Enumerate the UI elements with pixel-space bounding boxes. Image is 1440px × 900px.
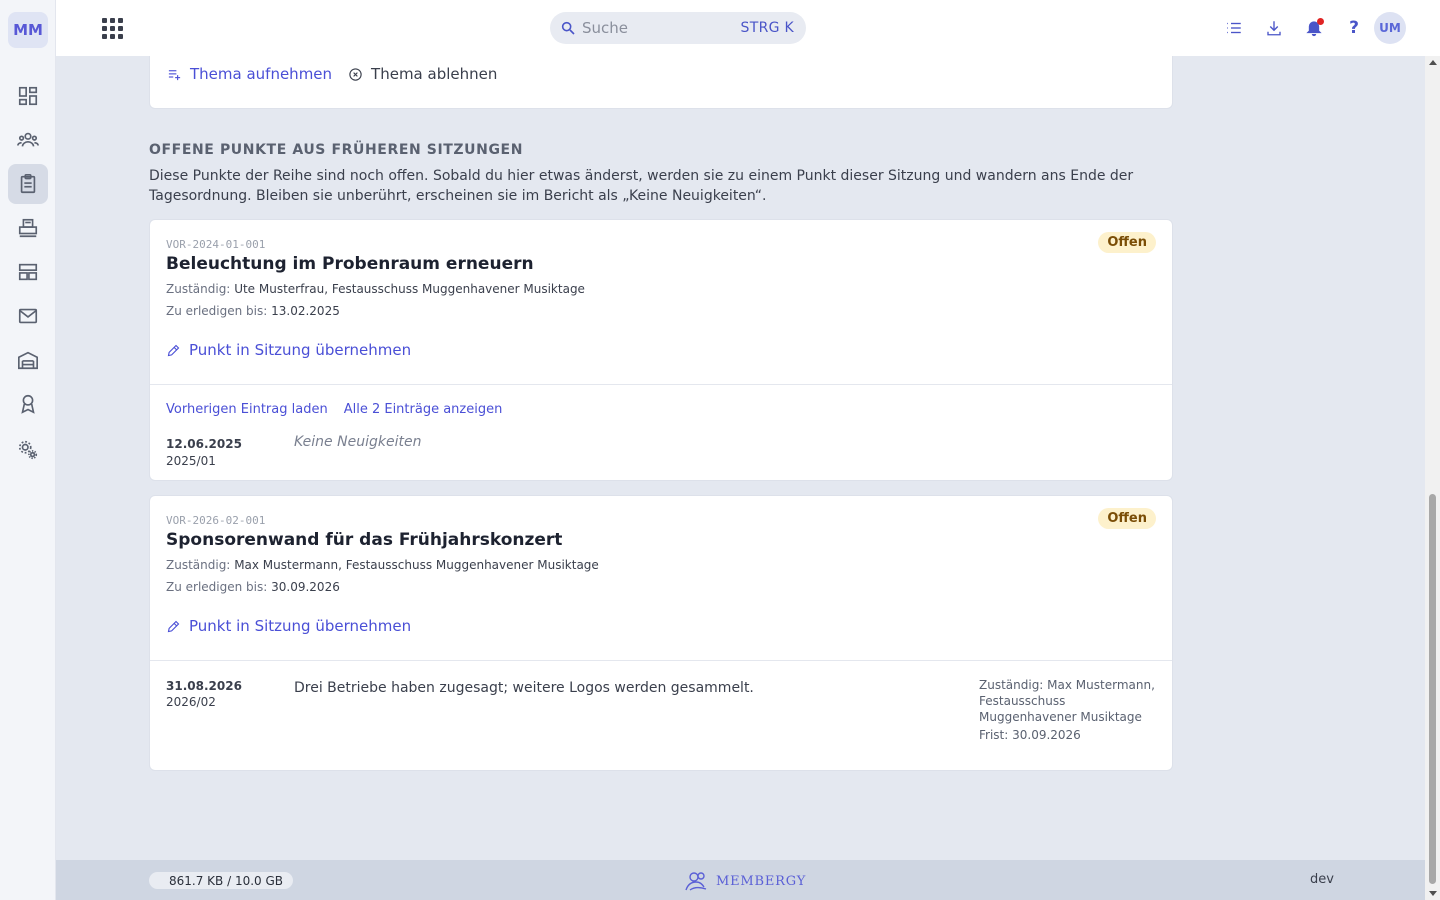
search-box[interactable]: STRG K — [550, 12, 806, 44]
history-responsible: Zuständig: Max Mustermann, Festausschuss… — [979, 678, 1155, 724]
brand-logo: MEMBERGY — [684, 870, 806, 892]
load-previous-entry-link[interactable]: Vorherigen Eintrag laden — [166, 402, 328, 417]
section-description: Diese Punkte der Reihe sind noch offen. … — [149, 168, 1134, 204]
item-due: Zu erledigen bis: 30.09.2026 — [166, 580, 340, 594]
pencil-icon — [167, 344, 180, 356]
environment-label: dev — [1310, 872, 1334, 887]
playlist-add-icon — [168, 69, 181, 80]
adopt-item-button[interactable]: Punkt in Sitzung übernehmen — [166, 341, 411, 359]
show-all-entries-link[interactable]: Alle 2 Einträge anzeigen — [344, 402, 503, 417]
scroll-up-arrow[interactable] — [1429, 60, 1437, 65]
layout-icon[interactable] — [8, 252, 48, 292]
status-badge: Offen — [1098, 232, 1156, 253]
warehouse-icon[interactable] — [8, 340, 48, 380]
item-reference: VOR-2026-02-001 — [166, 514, 266, 527]
search-shortcut: STRG K — [740, 20, 794, 36]
add-topic-label: Thema aufnehmen — [190, 65, 333, 83]
close-circle-icon — [349, 67, 362, 81]
scroll-down-arrow[interactable] — [1429, 891, 1437, 896]
topbar: STRG K ? UM — [56, 0, 1440, 56]
open-item-card: VOR-2026-02-001 Offen Sponsorenwand für … — [149, 495, 1173, 771]
history-session: 2026/02 — [166, 695, 216, 709]
history-session: 2025/01 — [166, 454, 216, 468]
topic-card: Thema aufnehmen Thema ablehnen — [149, 56, 1173, 109]
open-item-card: VOR-2024-01-001 Offen Beleuchtung im Pro… — [149, 219, 1173, 481]
add-topic-button[interactable]: Thema aufnehmen — [167, 65, 332, 83]
card-divider — [150, 384, 1172, 385]
printer-icon[interactable] — [8, 208, 48, 248]
history-deadline: Frist: 30.09.2026 — [979, 728, 1081, 742]
apps-grid-icon[interactable] — [100, 16, 124, 40]
card-divider — [150, 660, 1172, 661]
history-text: Drei Betriebe haben zugesagt; weitere Lo… — [294, 680, 754, 696]
item-responsible: Zuständig: Ute Musterfrau, Festausschuss… — [166, 282, 585, 296]
history-meta: Zuständig: Max Mustermann, Festausschuss… — [979, 677, 1159, 743]
list-icon[interactable] — [1222, 16, 1246, 40]
item-reference: VOR-2024-01-001 — [166, 238, 266, 251]
main-content: Thema aufnehmen Thema ablehnen OFFENE PU… — [56, 56, 1425, 860]
reject-topic-button[interactable]: Thema ablehnen — [348, 65, 497, 83]
history-date: 12.06.2025 — [166, 437, 242, 451]
sidebar: MM — [0, 0, 56, 900]
status-badge: Offen — [1098, 508, 1156, 529]
user-avatar[interactable]: UM — [1374, 12, 1406, 44]
pencil-icon — [167, 620, 180, 632]
membergy-logo-icon — [685, 872, 707, 891]
section-title: OFFENE PUNKTE AUS FRÜHEREN SITZUNGEN — [149, 142, 524, 158]
vertical-scrollbar[interactable] — [1425, 56, 1440, 900]
award-icon[interactable] — [8, 384, 48, 424]
item-responsible: Zuständig: Max Mustermann, Festausschuss… — [166, 558, 599, 572]
bell-icon[interactable] — [1302, 16, 1326, 40]
help-icon[interactable]: ? — [1342, 16, 1366, 40]
dashboard-icon[interactable] — [8, 76, 48, 116]
storage-usage: 861.7 KB / 10.0 GB — [149, 872, 293, 889]
org-logo[interactable]: MM — [8, 12, 48, 48]
item-due: Zu erledigen bis: 13.02.2025 — [166, 304, 340, 318]
adopt-item-button[interactable]: Punkt in Sitzung übernehmen — [166, 617, 411, 635]
history-date: 31.08.2026 — [166, 679, 242, 693]
settings-icon[interactable] — [8, 430, 48, 470]
item-title: Beleuchtung im Probenraum erneuern — [166, 254, 534, 274]
scroll-thumb[interactable] — [1429, 494, 1436, 884]
search-input[interactable] — [582, 19, 722, 37]
members-icon[interactable] — [8, 120, 48, 160]
footer: 861.7 KB / 10.0 GB MEMBERGY dev — [56, 860, 1425, 900]
clipboard-icon[interactable] — [8, 164, 48, 204]
search-icon — [561, 21, 575, 35]
download-icon[interactable] — [1262, 16, 1286, 40]
item-title: Sponsorenwand für das Frühjahrskonzert — [166, 530, 563, 550]
mail-icon[interactable] — [8, 296, 48, 336]
notification-dot — [1317, 18, 1324, 25]
reject-topic-label: Thema ablehnen — [371, 65, 498, 83]
history-text: Keine Neuigkeiten — [294, 434, 422, 450]
